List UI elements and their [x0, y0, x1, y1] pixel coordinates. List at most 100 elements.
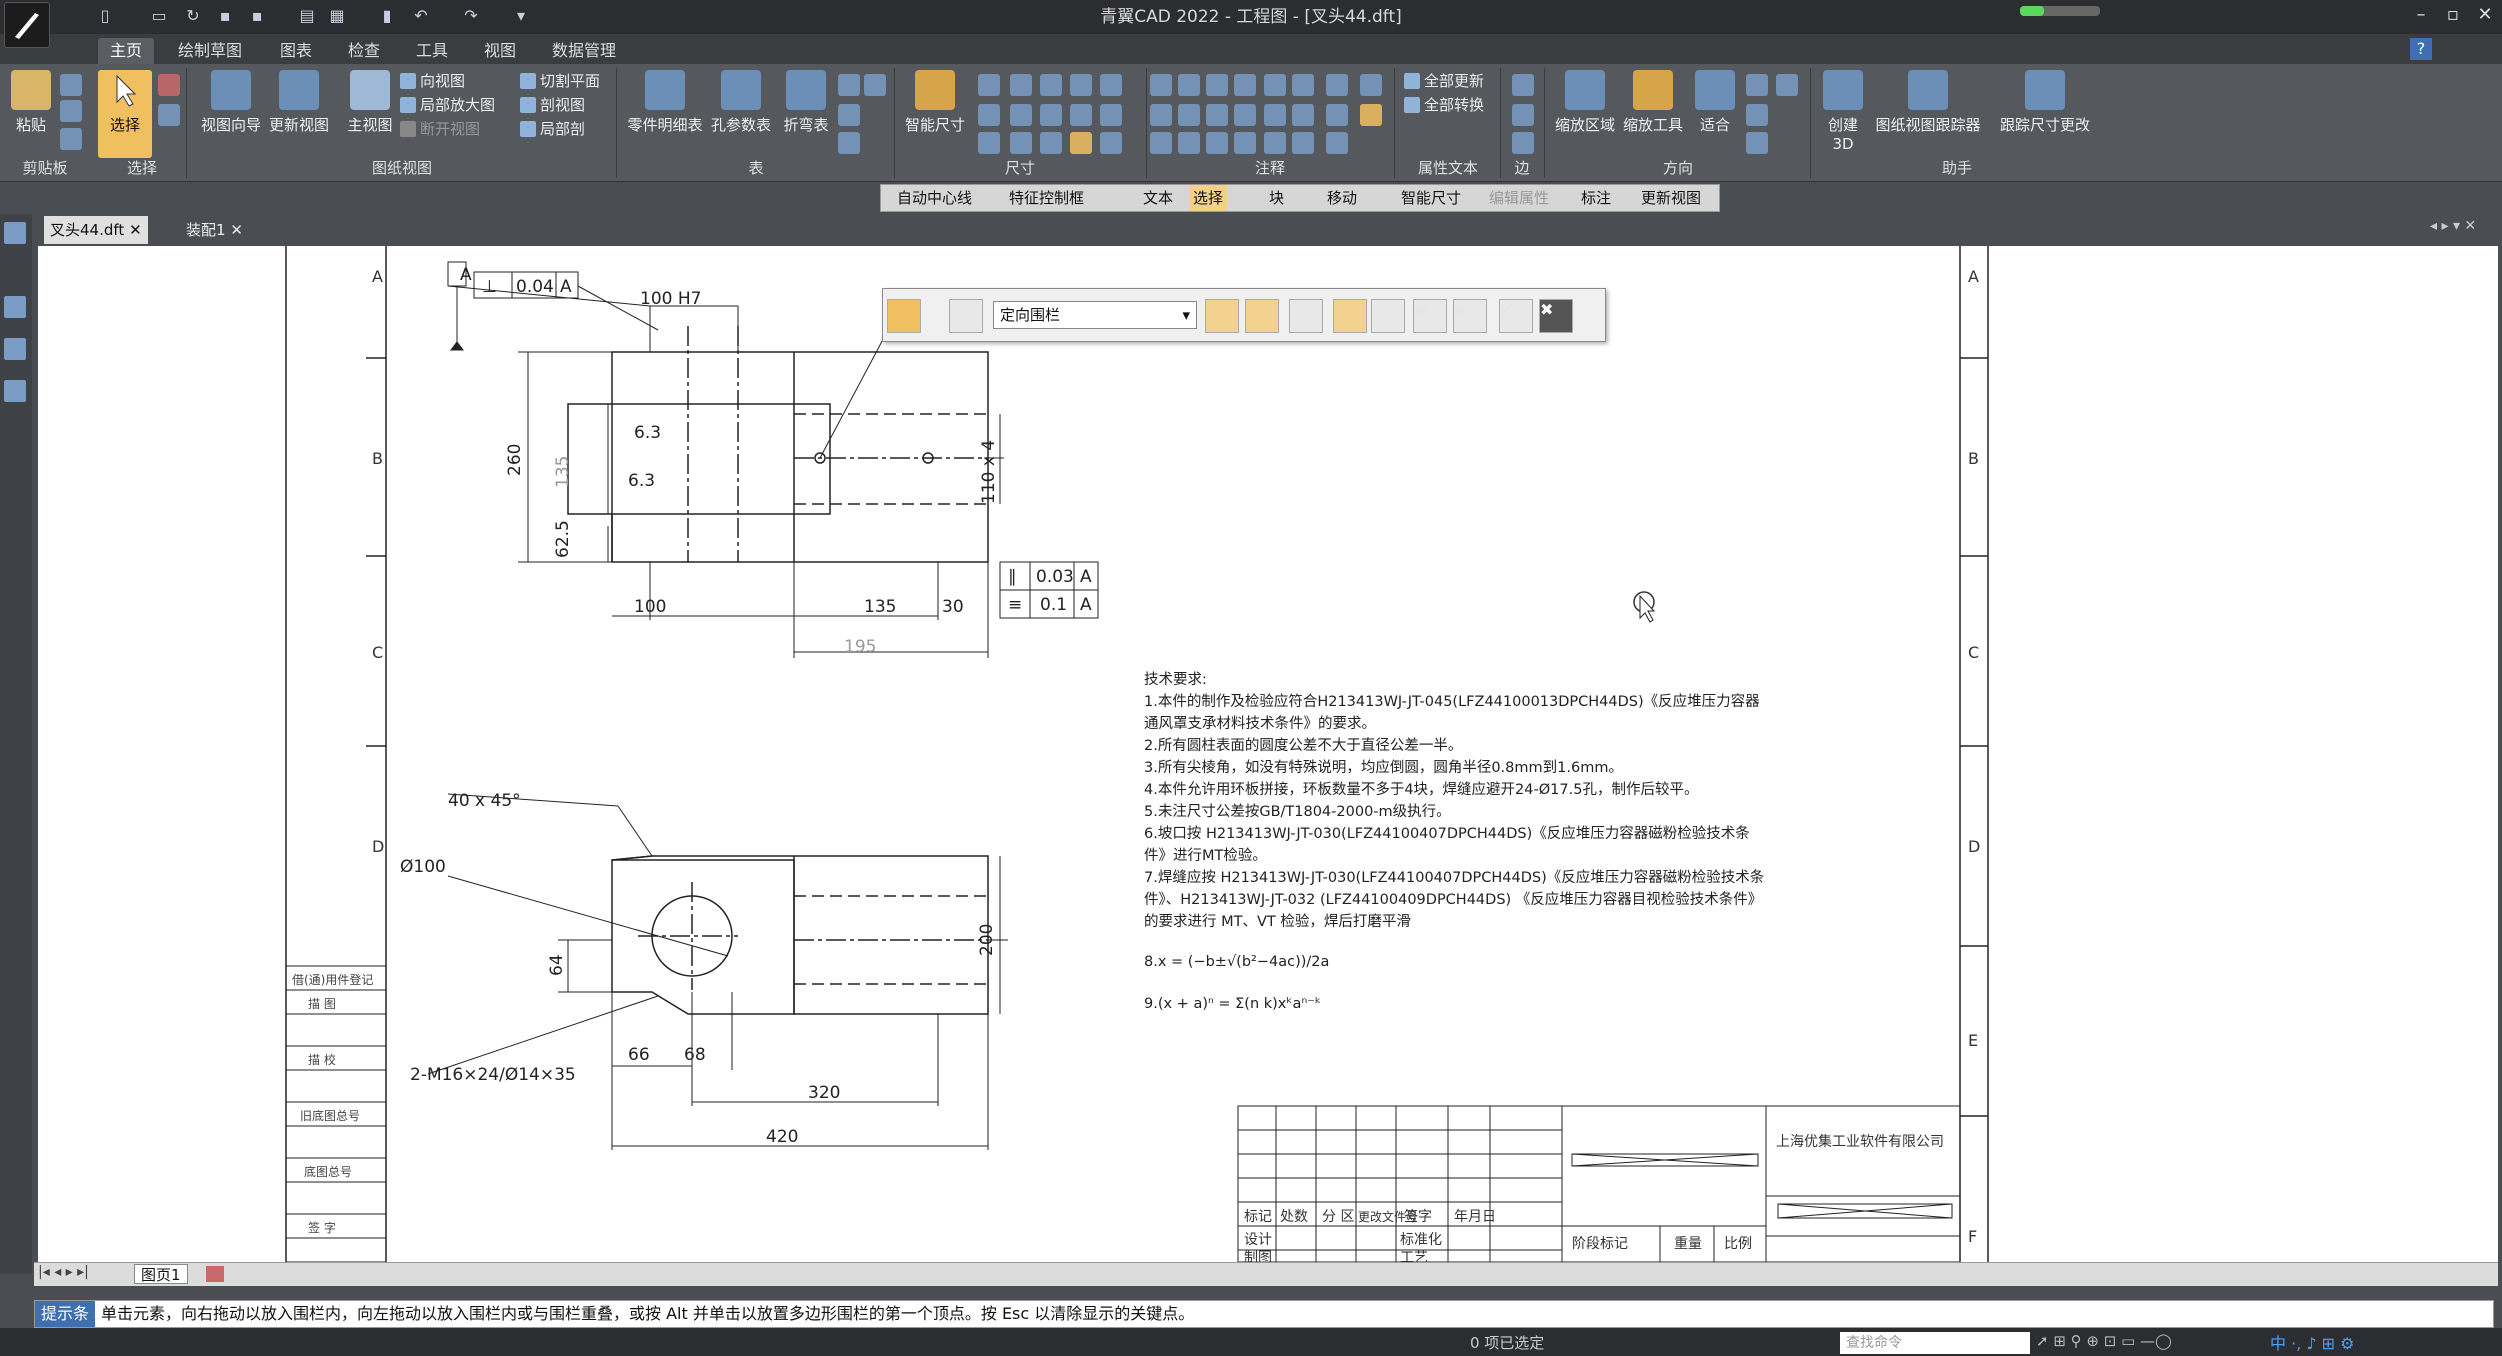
dim-tool-icon-9[interactable] [1040, 132, 1062, 154]
dim-tool-icon-13[interactable] [1100, 74, 1122, 96]
annot-icon-4[interactable] [1234, 74, 1256, 96]
annot-icon-12[interactable] [1234, 132, 1256, 154]
select-filter-icon[interactable] [158, 74, 180, 96]
cut-icon[interactable] [60, 74, 82, 96]
accept-icon[interactable]: ✔ [1499, 299, 1533, 333]
direction-view-button[interactable]: 向视图 [400, 70, 465, 92]
move-cmd[interactable]: 移动 [1327, 185, 1357, 211]
sheet-tab-1[interactable]: 图页1 [134, 1264, 188, 1284]
edge-icon-2[interactable] [1512, 104, 1534, 126]
mark-cmd[interactable]: 标注 [1581, 185, 1611, 211]
edge-icon-3[interactable] [1512, 132, 1534, 154]
layer-filter-icon[interactable] [1245, 299, 1279, 333]
feature-control-frame-cmd[interactable]: 特征控制框 [1009, 185, 1084, 211]
parts-list-button[interactable]: 零件明细表 [622, 70, 708, 135]
block-cmd[interactable]: 块 [1269, 185, 1284, 211]
dim-tool-icon-12[interactable] [1070, 132, 1092, 154]
annot-icon-8[interactable] [1234, 104, 1256, 126]
update-view-cmd[interactable]: 更新视图 [1641, 185, 1701, 211]
select-option-icon[interactable] [158, 104, 180, 126]
smart-dimension-button[interactable]: 智能尺寸 [900, 70, 970, 135]
annot-icon-5[interactable] [1150, 104, 1172, 126]
update-all-button[interactable]: 全部更新 [1404, 70, 1484, 92]
annot-icon-1[interactable] [1150, 74, 1172, 96]
dim-tool-icon-11[interactable] [1070, 104, 1092, 126]
principal-view-button[interactable]: 主视图 [340, 70, 400, 135]
edit-property-cmd[interactable]: 编辑属性 [1489, 185, 1549, 211]
dim-tool-icon-14[interactable] [1100, 104, 1122, 126]
close-button[interactable]: ✕ [2470, 0, 2500, 34]
forward-icon[interactable]: ▶ [1453, 299, 1487, 333]
zoom-tool-button[interactable]: 缩放工具 [1618, 70, 1688, 135]
tab-inspect[interactable]: 检查 [336, 38, 392, 64]
annot-icon-19[interactable] [1326, 74, 1348, 96]
new-sheet-icon[interactable] [206, 1266, 224, 1282]
tab-sketch[interactable]: 绘制草图 [166, 38, 254, 64]
dim-tool-icon-2[interactable] [978, 104, 1000, 126]
edge-icon-1[interactable] [1512, 74, 1534, 96]
select-options-icon[interactable] [949, 299, 983, 333]
annot-icon-15[interactable] [1264, 132, 1286, 154]
tab-tools[interactable]: 工具 [404, 38, 460, 64]
zoom-in-icon[interactable] [1746, 74, 1768, 96]
rectangle-fence-icon[interactable] [1333, 299, 1367, 333]
update-view-button[interactable]: 更新视图 [264, 70, 334, 135]
app-logo-icon[interactable] [4, 2, 50, 48]
break-view-button[interactable]: 断开视图 [400, 118, 480, 140]
section-plane-button[interactable]: 切割平面 [520, 70, 600, 92]
pan-icon[interactable] [1776, 74, 1798, 96]
sheet-nav-icons[interactable]: |◂ ◂ ▸ ▸| [38, 1264, 89, 1280]
partial-section-button[interactable]: 局部剖 [520, 118, 585, 140]
maximize-button[interactable]: ▫ [2438, 0, 2468, 34]
section-view-button[interactable]: 剖视图 [520, 94, 585, 116]
pointer-icon[interactable] [887, 299, 921, 333]
drawing-canvas[interactable]: A B C D A B C D E F A ⊥ 0.04 A 100 H7 26… [38, 246, 2498, 1270]
dim-tool-icon-10[interactable] [1070, 74, 1092, 96]
smart-dim-cmd[interactable]: 智能尺寸 [1401, 185, 1461, 211]
fit-button[interactable]: 适合 [1688, 70, 1742, 135]
dim-tool-icon-5[interactable] [1010, 104, 1032, 126]
annot-icon-20[interactable] [1326, 104, 1348, 126]
tab-nav-icons[interactable]: ◂ ▸ ▾ ✕ [2430, 218, 2476, 234]
annot-icon-18[interactable] [1292, 132, 1314, 154]
annot-icon-10[interactable] [1178, 132, 1200, 154]
pathfinder-icon[interactable] [4, 222, 26, 244]
annot-icon-6[interactable] [1178, 104, 1200, 126]
detail-view-button[interactable]: 局部放大图 [400, 94, 495, 116]
annot-icon-14[interactable] [1264, 104, 1286, 126]
format-painter-icon[interactable] [60, 128, 82, 150]
polygon-fence-icon[interactable] [1371, 299, 1405, 333]
tab-data-management[interactable]: 数据管理 [540, 38, 628, 64]
filter-icon[interactable] [1205, 299, 1239, 333]
command-search-input[interactable]: 查找命令 [1840, 1332, 2030, 1354]
annot-icon-2[interactable] [1178, 74, 1200, 96]
annot-icon-13[interactable] [1264, 74, 1286, 96]
convert-all-button[interactable]: 全部转换 [1404, 94, 1484, 116]
view-wizard-button[interactable]: 视图向导 [196, 70, 266, 135]
help-panel-icon[interactable] [4, 380, 26, 402]
auto-centerline-cmd[interactable]: 自动中心线 [897, 185, 972, 211]
dim-tool-icon-7[interactable] [1040, 74, 1062, 96]
dim-tool-icon-3[interactable] [978, 132, 1000, 154]
table-tool-icon-4[interactable] [838, 132, 860, 154]
sheet-view-tracker-button[interactable]: 图纸视图跟踪器 [1866, 70, 1990, 135]
fence-mode-select[interactable]: 定向围栏 ▾ [993, 301, 1197, 329]
dim-tool-icon-4[interactable] [1010, 74, 1032, 96]
dim-tool-icon-15[interactable] [1100, 132, 1122, 154]
annot-icon-7[interactable] [1206, 104, 1228, 126]
minimize-button[interactable]: – [2406, 0, 2436, 34]
library-icon[interactable] [4, 296, 26, 318]
close-tab-icon[interactable]: ✕ [230, 221, 243, 239]
table-tool-icon-1[interactable] [838, 74, 860, 96]
create-3d-button[interactable]: 创建3D [1818, 70, 1868, 153]
annot-icon-16[interactable] [1292, 74, 1314, 96]
track-dimension-button[interactable]: 跟踪尺寸更改 [1990, 70, 2100, 135]
doc-tab-active[interactable]: 叉头44.dft ✕ [44, 216, 148, 244]
dim-tool-icon-6[interactable] [1010, 132, 1032, 154]
table-tool-icon-2[interactable] [864, 74, 886, 96]
tab-home[interactable]: 主页 [98, 38, 155, 64]
select-cmd[interactable]: 选择 [1189, 185, 1228, 211]
annot-icon-11[interactable] [1206, 132, 1228, 154]
zoom-prev-icon[interactable] [1746, 104, 1768, 126]
doc-tab-assembly[interactable]: 装配1 ✕ [180, 216, 249, 244]
